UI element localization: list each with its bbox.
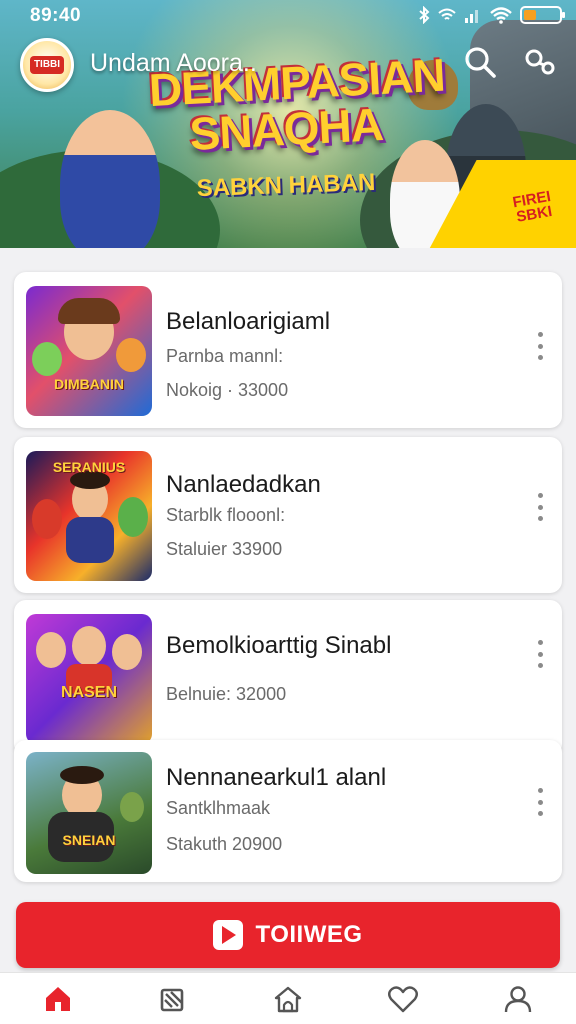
game-meta: Stakuth 20900 <box>166 834 283 854</box>
more-vert-icon <box>537 332 543 337</box>
game-subtitle: Starblk flooonl: <box>166 505 286 525</box>
app-title: Undam Aoora.. <box>90 49 257 77</box>
play-now-button[interactable]: TOIIWEG <box>16 902 560 968</box>
favorites-icon <box>388 985 419 1012</box>
game-meta: Staluier 33900 <box>166 539 283 559</box>
hero-banner[interactable]: DEKMPASIAN SNAQHA SABKN HABAN FIREI SBKI… <box>0 0 576 248</box>
nav-favorites[interactable] <box>381 977 425 1021</box>
game-card[interactable]: SERANIUS Nanlaedadkan Starblk flooonl: S… <box>14 437 562 593</box>
nav-profile[interactable] <box>496 977 540 1021</box>
status-bar: 89:40 <box>0 0 576 30</box>
store-icon <box>274 986 302 1012</box>
battery-icon <box>520 6 565 24</box>
game-subtitle: Parnba mannl: <box>166 346 284 366</box>
library-icon <box>160 988 184 1011</box>
play-icon <box>213 920 244 950</box>
game-card[interactable]: NASEN Bemolkioarttig Sinabl Belnuie: 320… <box>14 600 562 756</box>
nav-home[interactable] <box>36 977 80 1021</box>
banner-character-hero <box>60 110 160 248</box>
profile-icon <box>505 985 532 1012</box>
home-icon <box>45 986 70 1011</box>
more-options-button[interactable] <box>532 489 548 525</box>
play-now-label: TOIIWEG <box>255 921 363 948</box>
status-icons <box>418 5 565 25</box>
wifi-icon <box>490 7 512 24</box>
game-meta: Nokoig · 33000 <box>166 380 289 400</box>
more-options-button[interactable] <box>532 784 548 820</box>
wifi-small-icon <box>438 8 456 20</box>
nav-library[interactable] <box>151 977 195 1021</box>
game-thumbnail: SNEIAN <box>26 752 152 874</box>
thumbnail-title: DIMBANIN <box>54 376 124 392</box>
share-icon <box>525 49 555 75</box>
thumbnail-title: SNEIAN <box>62 832 116 848</box>
bluetooth-icon <box>419 6 430 24</box>
search-icon <box>465 47 496 78</box>
more-vert-icon <box>537 788 543 793</box>
game-subtitle: Santklhmaak <box>166 798 271 818</box>
more-options-button[interactable] <box>532 636 548 672</box>
thumbnail-title: NASEN <box>60 684 117 701</box>
more-vert-icon <box>537 640 543 645</box>
game-title: Belanloarigiaml <box>166 308 331 335</box>
game-meta: Belnuie: 32000 <box>166 684 287 704</box>
share-button[interactable] <box>522 44 558 80</box>
game-title: Nanlaedadkan <box>166 471 321 498</box>
search-button[interactable] <box>462 44 498 80</box>
game-title: Nennanearkul1 alanl <box>166 764 387 791</box>
game-thumbnail: SERANIUS <box>26 451 152 581</box>
thumbnail-title: SERANIUS <box>52 459 126 475</box>
banner-title-line2: SNAQHA <box>188 97 385 160</box>
app-logo-text: TIBBI <box>33 59 61 70</box>
app-logo[interactable]: TIBBI <box>20 38 74 92</box>
game-title: Bemolkioarttig Sinabl <box>166 632 392 659</box>
game-thumbnail: DIMBANIN <box>26 286 152 416</box>
status-time: 89:40 <box>30 5 82 26</box>
game-card[interactable]: DIMBANIN Belanloarigiaml Parnba mannl: N… <box>14 272 562 428</box>
nav-store[interactable] <box>266 977 310 1021</box>
game-thumbnail: NASEN <box>26 614 152 744</box>
bottom-nav <box>0 972 576 1024</box>
game-card[interactable]: SNEIAN Nennanearkul1 alanl Santklhmaak S… <box>14 740 562 882</box>
signal-icon <box>465 10 478 23</box>
more-vert-icon <box>537 493 543 498</box>
more-options-button[interactable] <box>532 328 548 364</box>
